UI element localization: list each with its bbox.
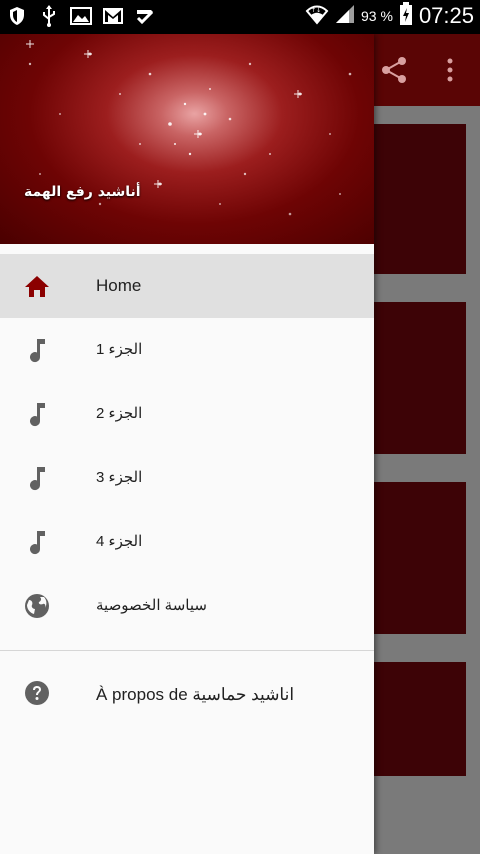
share-icon[interactable] [378,54,410,86]
home-icon [22,271,52,301]
system-icons: ↑↓ 93 % 07:25 [305,2,474,30]
drawer-title: أناشيد رفع الهمة [24,184,141,200]
battery-percent: 93 % [361,8,393,24]
drawer-item-label: الجزء 1 [96,341,143,358]
drawer-menu: Home الجزء 1 الجزء 2 الجزء 3 الجزء 4 سيا… [0,254,374,725]
status-bar: ↑↓ 93 % 07:25 [0,0,480,34]
image-icon [70,5,92,27]
battery-charging-icon [399,2,413,30]
drawer-item-about[interactable]: À propos de اناشيد حماسية [0,661,374,725]
drawer-item-label: الجزء 3 [96,469,143,486]
sparkle-background [26,40,352,216]
wifi-icon: ↑↓ [305,3,329,29]
drawer-item-part-2[interactable]: الجزء 2 [0,382,374,446]
content-card[interactable] [374,662,466,776]
drawer-item-privacy-policy[interactable]: سياسة الخصوصية [0,574,374,638]
music-note-icon [22,399,52,429]
drawer-item-label: À propos de اناشيد حماسية [96,685,295,704]
drawer-item-label: الجزء 2 [96,405,143,422]
signal-icon [335,4,355,28]
checklist-icon [134,5,156,27]
globe-icon [22,591,52,621]
svg-text:↑↓: ↑↓ [311,7,321,14]
help-icon [22,678,52,708]
drawer-item-home[interactable]: Home [0,254,374,318]
drawer-header: أناشيد رفع الهمة [0,34,374,244]
gmail-icon [102,5,124,27]
clock: 07:25 [418,3,474,28]
drawer-item-part-3[interactable]: الجزء 3 [0,446,374,510]
notification-icons [6,5,156,27]
drawer-item-part-4[interactable]: الجزء 4 [0,510,374,574]
content-card[interactable] [374,482,466,634]
drawer-item-part-1[interactable]: الجزء 1 [0,318,374,382]
navigation-drawer: أناشيد رفع الهمة Home الجزء 1 الجزء 2 ال… [0,34,374,854]
usb-icon [38,5,60,27]
music-note-icon [22,463,52,493]
drawer-item-label: Home [96,276,142,295]
shield-icon [6,5,28,27]
music-note-icon [22,527,52,557]
content-card[interactable] [374,124,466,274]
content-card[interactable] [374,302,466,454]
more-vert-icon[interactable] [440,56,460,84]
music-note-icon [22,335,52,365]
divider [0,650,374,651]
drawer-item-label: سياسة الخصوصية [96,597,207,614]
drawer-item-label: الجزء 4 [96,533,143,550]
